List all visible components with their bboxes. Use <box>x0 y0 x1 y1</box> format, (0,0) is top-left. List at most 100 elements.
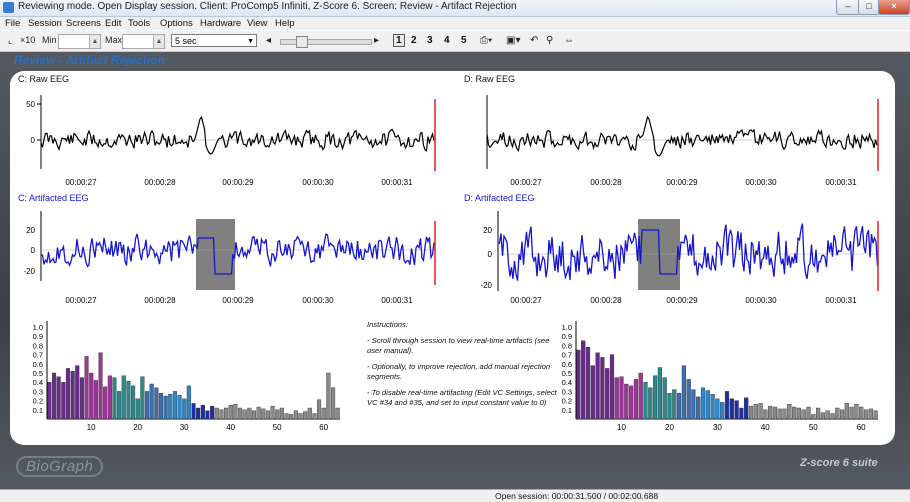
spectrum-ytick: 0.3 <box>562 387 572 396</box>
menu-session[interactable]: Session <box>28 18 62 29</box>
artifacted-eeg-c-title: C: Artifacted EEG <box>18 193 89 203</box>
screen-4-button[interactable]: 4 <box>444 35 450 46</box>
spectrum-bar <box>605 368 610 420</box>
spectrum-bar <box>223 407 229 420</box>
max-input[interactable] <box>122 34 154 49</box>
spectrum-bar <box>648 387 653 420</box>
spectrum-bar <box>117 391 122 420</box>
spectrum-bar <box>326 372 331 420</box>
spectrum-xtick: 50 <box>273 423 282 432</box>
menu-file[interactable]: File <box>5 18 20 29</box>
spectrum-bar <box>158 393 164 420</box>
menu-hardware[interactable]: Hardware <box>200 18 241 29</box>
spectrum-bar <box>835 407 840 420</box>
spectrum-bar <box>801 409 806 420</box>
spectrum-bar <box>748 405 754 420</box>
spectrum-xtick: 10 <box>617 423 626 432</box>
spectrum-bar <box>633 379 638 420</box>
min-spin-icon[interactable]: ▲ <box>89 34 101 49</box>
expand-icon[interactable]: ⇔ <box>564 35 574 46</box>
max-label: Max <box>105 35 123 45</box>
spectrum-bar <box>681 365 686 420</box>
spectrum-bar <box>331 387 336 420</box>
rejection-segment <box>196 219 235 290</box>
spectrum-bar <box>56 376 61 420</box>
spectrum-bar <box>581 340 586 420</box>
raw-d-xtick: 00:00:30 <box>745 178 777 187</box>
menu-edit[interactable]: Edit <box>105 18 121 29</box>
link-icon[interactable]: ⚲ <box>546 35 553 46</box>
scroll-left-icon[interactable]: ◂ <box>266 35 271 46</box>
spectrum-left-chart: 1.00.90.80.70.60.50.40.30.20.1 10 20 30 40 50… <box>33 321 340 432</box>
spectrum-bar <box>140 376 145 420</box>
art-d-xtick: 00:00:29 <box>666 296 698 305</box>
menu-options[interactable]: Options <box>160 18 193 29</box>
spectrum-bar <box>720 402 725 420</box>
spectrum-bar <box>177 394 182 420</box>
spectrum-bar <box>335 407 340 420</box>
spectrum-bar <box>70 371 75 420</box>
spectrum-bar <box>624 383 629 420</box>
time-scrollbar[interactable] <box>280 39 372 45</box>
layout-icon[interactable]: ▣▾ <box>506 35 520 46</box>
time-scroll-thumb[interactable] <box>296 36 308 48</box>
close-button[interactable]: × <box>878 0 910 15</box>
spectrum-bar <box>182 398 187 420</box>
menu-screens[interactable]: Screens <box>66 18 101 29</box>
art-d-xtick: 00:00:30 <box>745 296 777 305</box>
spectrum-bar <box>52 372 57 420</box>
screen-2-button[interactable]: 2 <box>411 35 417 46</box>
spectrum-bar <box>121 375 126 420</box>
raw-c-xtick: 00:00:28 <box>144 178 176 187</box>
min-input[interactable] <box>58 34 90 49</box>
title-bar: Reviewing mode. Open Display session. Cl… <box>0 0 910 17</box>
artifacted-eeg-c-chart: 20 0 -20 00:00:27 00:00:28 00:00:29 00:0… <box>23 211 436 305</box>
spectrum-bar <box>629 385 634 420</box>
spectrum-bar <box>93 380 98 420</box>
spectrum-bar <box>840 409 845 420</box>
spectrum-bar <box>777 408 782 420</box>
spectrum-bar <box>112 377 117 420</box>
spectrum-bar <box>247 407 252 420</box>
raw-eeg-c-title: C: Raw EEG <box>18 74 69 84</box>
screen-title: Review - Artifact Rejection <box>14 53 165 67</box>
spectrum-bar <box>289 414 294 420</box>
spectrum-bar <box>149 383 154 420</box>
menu-view[interactable]: View <box>247 18 267 29</box>
max-spin-icon[interactable]: ▲ <box>153 34 165 49</box>
spectrum-bar <box>312 413 317 420</box>
minimize-button[interactable]: – <box>836 0 860 15</box>
spectrum-bar <box>772 406 777 420</box>
spectrum-bar <box>792 406 797 420</box>
select-tool-icon[interactable]: ⌞ <box>8 35 12 46</box>
spectrum-ytick: 0.1 <box>562 406 572 415</box>
spectrum-bar <box>691 389 696 420</box>
zoom-label[interactable]: ×10 <box>20 35 35 45</box>
spectrum-bar <box>298 413 303 420</box>
spectrum-bar <box>763 409 768 420</box>
instructions-text: Instructions: - Scroll through session t… <box>367 320 557 414</box>
time-window-select[interactable]: 5 sec ▼ <box>171 34 257 47</box>
spectrum-bar <box>859 406 864 420</box>
spectrum-bar <box>303 411 308 420</box>
screen-5-button[interactable]: 5 <box>461 35 467 46</box>
screen-1-button[interactable]: 1 <box>393 34 405 47</box>
spectrum-ytick: 0.7 <box>33 351 43 360</box>
spectrum-ytick: 0.9 <box>562 332 572 341</box>
print-icon[interactable]: ⎙▾ <box>480 35 492 46</box>
screen-3-button[interactable]: 3 <box>427 35 433 46</box>
art-d-xtick: 00:00:31 <box>825 296 857 305</box>
menu-tools[interactable]: Tools <box>128 18 150 29</box>
spectrum-bar <box>191 403 196 420</box>
refresh-icon[interactable]: ↶ <box>530 35 538 46</box>
spectrum-xtick: 30 <box>713 423 722 432</box>
spectrum-bar <box>261 408 266 420</box>
maximize-button[interactable]: □ <box>858 0 880 15</box>
artifacted-eeg-c-trace <box>40 233 435 275</box>
spectrum-bar <box>700 387 706 420</box>
art-d-xtick: 00:00:28 <box>590 296 622 305</box>
menu-help[interactable]: Help <box>275 18 295 29</box>
scroll-right-icon[interactable]: ▸ <box>374 35 379 46</box>
spectrum-bar <box>744 397 749 420</box>
spectrum-ytick: 0.3 <box>33 387 43 396</box>
